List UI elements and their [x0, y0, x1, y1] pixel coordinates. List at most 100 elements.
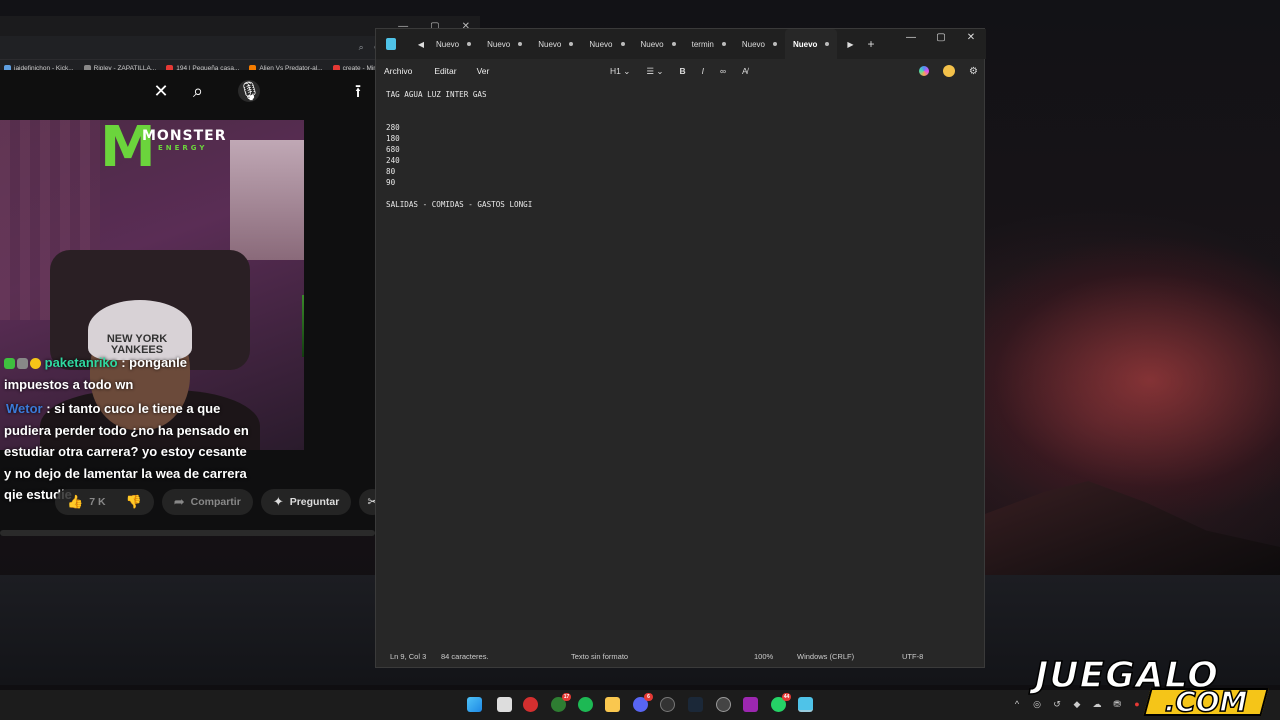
tab-item[interactable]: Nuevo: [581, 29, 632, 59]
windows-start-icon[interactable]: [467, 697, 482, 712]
xbox-badge: 17: [562, 693, 571, 701]
chat-text-line: pudiera perder todo ¿no ha pensado en: [4, 422, 249, 438]
chat-text-line: y no dejo de lamentar la wea de carrera: [4, 465, 247, 481]
thumbs-up-icon: 👍: [67, 494, 84, 509]
video-window: [230, 140, 304, 260]
tab-item[interactable]: Nuevo: [734, 29, 785, 59]
share-button[interactable]: ➦ Compartir: [161, 489, 253, 515]
editor-line: 90: [386, 178, 396, 187]
search-icon[interactable]: ⌕: [187, 80, 209, 102]
maximize-icon[interactable]: ▢: [926, 29, 956, 49]
unsaved-dot-icon: [772, 42, 777, 46]
link-icon[interactable]: ∞: [720, 66, 726, 76]
minimize-icon[interactable]: —: [896, 29, 926, 49]
microphone-icon[interactable]: 🎙: [238, 80, 261, 102]
badge-icon: [17, 358, 28, 370]
monster-logo: M MONSTER ENERGY: [100, 120, 226, 176]
editor-line: 280: [386, 123, 400, 132]
tray-chevron-icon[interactable]: ^: [1011, 698, 1023, 710]
menu-edit[interactable]: Editar: [434, 66, 456, 76]
youtube-header: ✕ ⌕ 🎙 ⭱: [0, 70, 375, 110]
zoom-level[interactable]: 100%: [754, 652, 773, 661]
tab-scroll-left-icon[interactable]: ◀: [414, 40, 428, 49]
editor-line: 180: [386, 134, 400, 143]
notepad-taskbar-icon[interactable]: [798, 697, 813, 712]
unsaved-dot-icon: [721, 42, 726, 46]
thumbs-down-icon[interactable]: 👎: [126, 494, 142, 510]
like-button[interactable]: 👍 7 K 👎: [55, 489, 154, 515]
notepad-tabbar: ◀ Nuevo Nuevo Nuevo Nuevo Nuevo termin N…: [376, 29, 986, 59]
file-explorer-icon[interactable]: [605, 697, 620, 712]
encoding[interactable]: UTF-8: [902, 652, 923, 661]
search-icon[interactable]: ⌕: [359, 42, 364, 53]
discord-icon[interactable]: 6: [633, 693, 653, 712]
app-icon[interactable]: [743, 697, 758, 712]
copilot-icon[interactable]: [919, 66, 930, 76]
chat-username: Wetor: [6, 401, 43, 416]
bold-icon[interactable]: B: [679, 66, 685, 76]
heading-label: H1: [610, 65, 621, 76]
account-avatar[interactable]: [943, 65, 956, 77]
chat-message: Wetor : si tanto cuco le tiene a que: [0, 398, 304, 420]
tab-label: Nuevo: [538, 39, 562, 49]
editor-line: 240: [386, 156, 400, 165]
editor-line: SALIDAS - COMIDAS - GASTOS LONGI: [386, 200, 533, 209]
video-progress-bar[interactable]: [0, 530, 375, 536]
tab-item[interactable]: Nuevo: [633, 29, 684, 59]
notepad-text-area[interactable]: TAG AGUA LUZ INTER GAS 280 180 680 240 80 90 …: [376, 83, 986, 647]
tab-scroll-right-icon[interactable]: ▶: [843, 40, 857, 49]
opera-gx-icon[interactable]: [523, 697, 538, 712]
steam-icon[interactable]: [688, 697, 703, 712]
unsaved-dot-icon: [467, 42, 472, 46]
menubar-right: ⚙: [919, 59, 978, 83]
close-search-icon[interactable]: ✕: [150, 80, 172, 102]
tab-item-active[interactable]: Nuevo: [784, 29, 838, 59]
close-icon[interactable]: ✕: [956, 29, 986, 49]
wallpaper-dune: [985, 481, 1280, 580]
notepad-menubar: Archivo Editar Ver H1 ⌄ ☰ ⌄ B I ∞ A̸ ⚙: [376, 59, 986, 83]
discord-badge: 6: [644, 693, 653, 701]
ask-button[interactable]: ✦ Preguntar: [260, 489, 352, 515]
obs-icon[interactable]: [660, 697, 675, 712]
italic-icon[interactable]: I: [702, 66, 704, 76]
spotify-icon[interactable]: [578, 697, 593, 712]
clear-format-icon[interactable]: A̸: [742, 66, 748, 76]
upload-icon[interactable]: ⭱: [347, 80, 369, 102]
settings-gear-icon[interactable]: ⚙: [969, 66, 978, 77]
heading-dropdown[interactable]: H1 ⌄: [610, 66, 630, 77]
unsaved-dot-icon: [569, 42, 574, 46]
badge-icon: [30, 358, 41, 370]
share-icon: ➦: [173, 494, 185, 509]
tab-label: Nuevo: [741, 39, 765, 49]
badge-icon: [4, 358, 15, 370]
tab-item[interactable]: termin: [684, 29, 734, 59]
chrome-icon[interactable]: [716, 697, 731, 712]
chat-text-line: estudiar otra carrera? yo estoy cesante: [4, 444, 247, 459]
watermark-line2: .COM: [1164, 684, 1248, 719]
chat-text-line: impuestos a todo wn: [4, 376, 134, 392]
list-dropdown-icon[interactable]: ☰ ⌄: [646, 66, 663, 77]
unsaved-dot-icon: [620, 42, 625, 46]
whatsapp-icon[interactable]: 44: [771, 693, 791, 712]
menu-file[interactable]: Archivo: [384, 66, 412, 76]
new-tab-icon[interactable]: +: [867, 37, 874, 51]
energy-can: [302, 295, 304, 357]
line-ending[interactable]: Windows (CRLF): [797, 652, 854, 661]
task-view-icon[interactable]: [497, 697, 512, 712]
monster-logo-word: MONSTER: [142, 128, 227, 144]
format-indicator: Texto sin formato: [571, 652, 629, 661]
xbox-icon[interactable]: 17: [551, 693, 571, 712]
tab-label: termin: [691, 39, 714, 49]
tab-item[interactable]: Nuevo: [530, 29, 581, 59]
monster-logo-sub: ENERGY: [158, 144, 208, 152]
menu-view[interactable]: Ver: [477, 66, 490, 76]
chat-text: : ponganle: [121, 355, 187, 370]
tab-item[interactable]: Nuevo: [428, 29, 479, 59]
chat-message: paketanriko : ponganle: [0, 352, 304, 374]
chat-username: paketanriko: [44, 355, 118, 370]
sparkle-icon: ✦: [272, 494, 284, 509]
tab-item[interactable]: Nuevo: [479, 29, 530, 59]
chat-badges: [4, 358, 41, 370]
